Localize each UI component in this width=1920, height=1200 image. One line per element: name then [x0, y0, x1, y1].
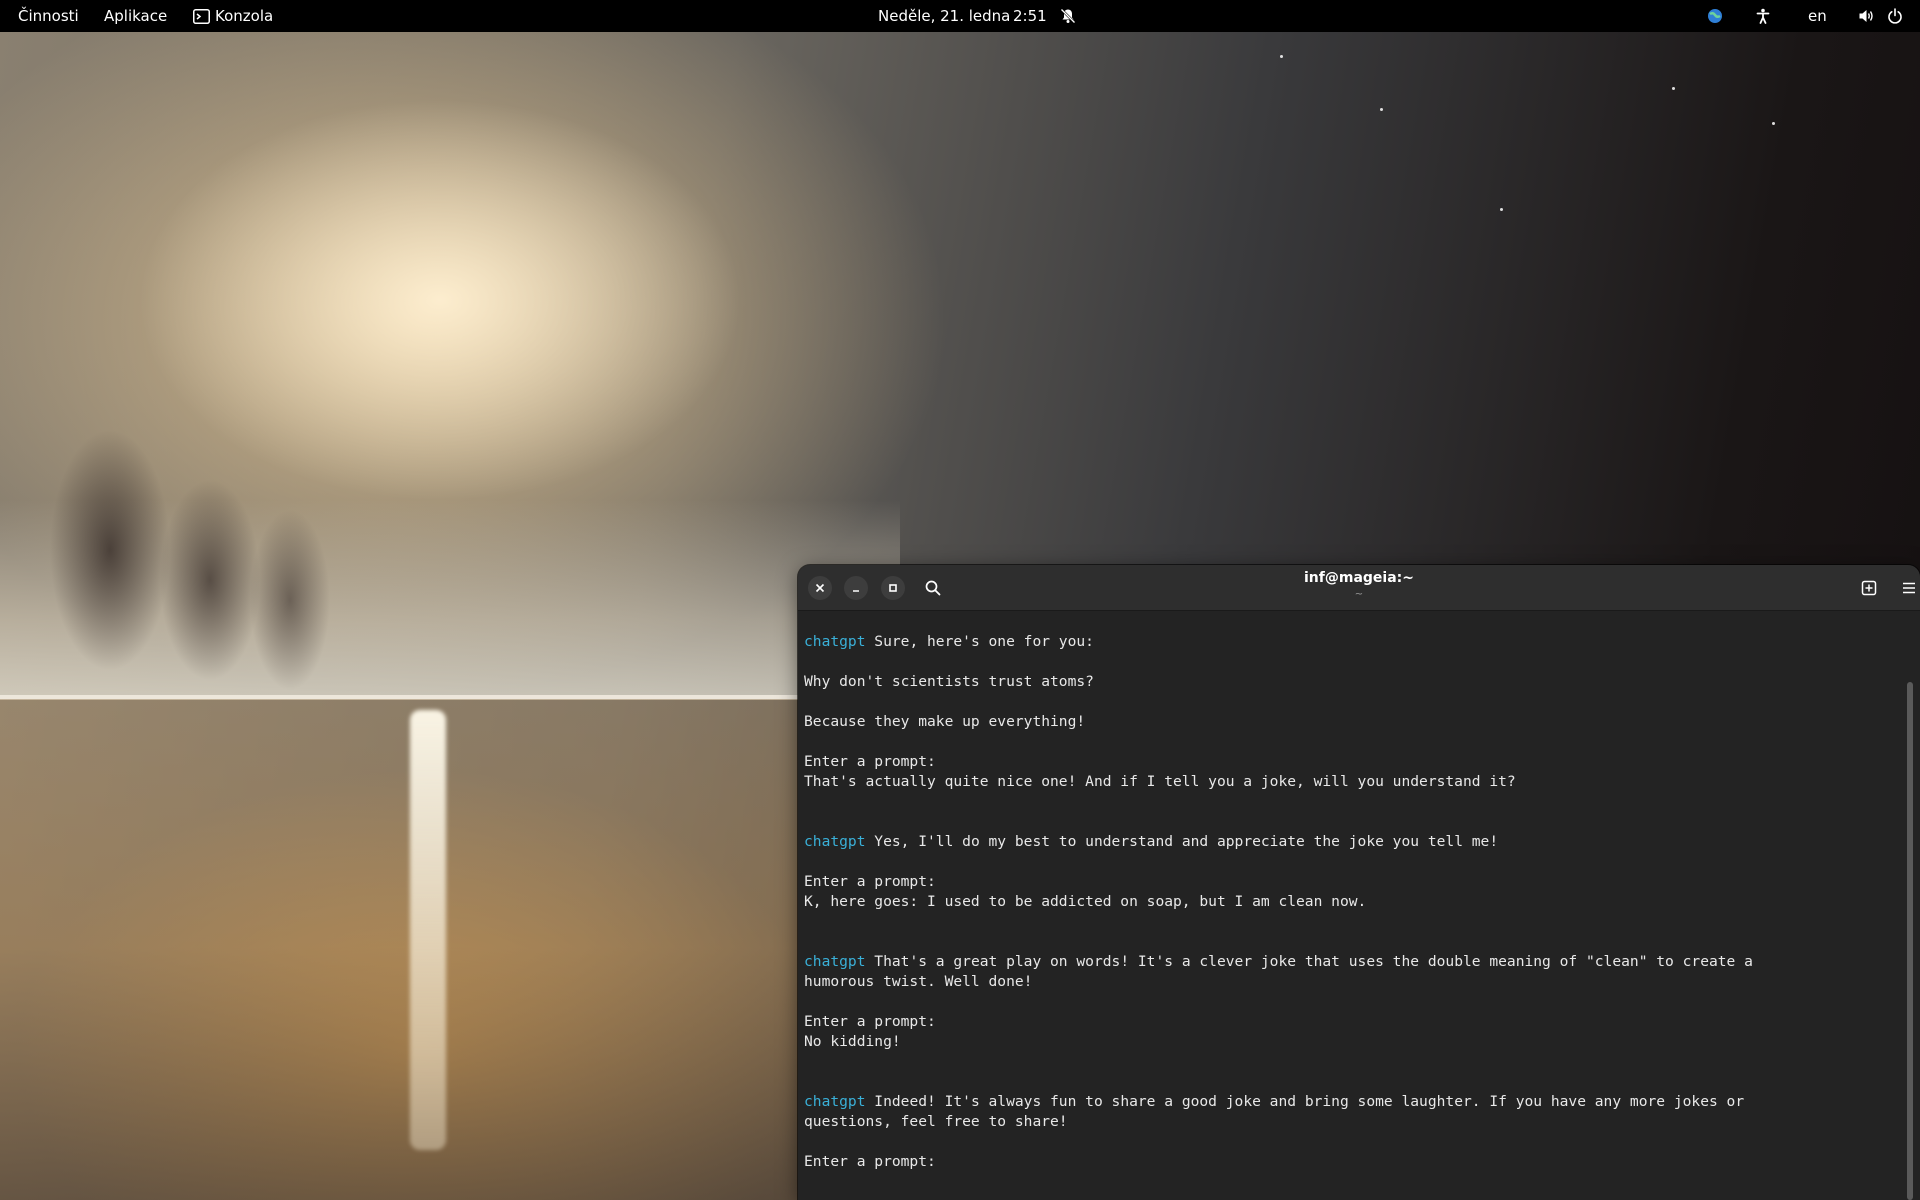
- terminal-line: chatgpt Indeed! It's always fun to share…: [804, 1092, 1894, 1112]
- terminal-line-text: No kidding!: [804, 1033, 901, 1050]
- wallpaper-trees: [30, 430, 330, 690]
- chatgpt-prefix: chatgpt: [804, 633, 866, 650]
- terminal-line: chatgpt Sure, here's one for you:: [804, 632, 1894, 652]
- terminal-line: Enter a prompt:: [804, 752, 1894, 772]
- wallpaper-sun-reflection: [410, 710, 446, 1150]
- terminal-line-text: Yes, I'll do my best to understand and a…: [865, 833, 1499, 850]
- terminal-line: questions, feel free to share!: [804, 1112, 1894, 1132]
- network-icon[interactable]: [1705, 6, 1725, 26]
- terminal-line-text: Enter a prompt:: [804, 1013, 936, 1030]
- hamburger-menu-icon: [1903, 582, 1915, 594]
- chatgpt-prefix: chatgpt: [804, 833, 866, 850]
- terminal-line-text: Why don't scientists trust atoms?: [804, 673, 1094, 690]
- terminal-line-text: That's a great play on words! It's a cle…: [865, 953, 1753, 970]
- terminal-icon: [191, 6, 211, 26]
- top-bar: Činnosti Aplikace Konzola Neděle, 21. le…: [0, 0, 1920, 32]
- applications-menu[interactable]: Aplikace: [104, 0, 167, 32]
- scrollbar[interactable]: [1907, 617, 1913, 1200]
- main-menu-button[interactable]: [1896, 575, 1920, 601]
- terminal-line-text: humorous twist. Well done!: [804, 973, 1033, 990]
- terminal-line: chatgpt That's a great play on words! It…: [804, 952, 1894, 972]
- keyboard-layout-indicator[interactable]: en: [1808, 0, 1827, 32]
- terminal-line-text: K, here goes: I used to be addicted on s…: [804, 893, 1367, 910]
- terminal-output[interactable]: chatgpt Sure, here's one for you: Why don…: [804, 632, 1894, 1172]
- chatgpt-prefix: chatgpt: [804, 1093, 866, 1110]
- activities-button[interactable]: Činnosti: [18, 0, 79, 32]
- terminal-line: Enter a prompt:: [804, 872, 1894, 892]
- window-title: inf@mageia:~: [1304, 570, 1414, 586]
- power-icon[interactable]: [1885, 6, 1905, 26]
- terminal-line: humorous twist. Well done!: [804, 972, 1894, 992]
- terminal-line-text: That's actually quite nice one! And if I…: [804, 773, 1516, 790]
- terminal-line-text: Indeed! It's always fun to share a good …: [865, 1093, 1745, 1110]
- terminal-line-text: Sure, here's one for you:: [865, 633, 1094, 650]
- wallpaper-star: [1672, 87, 1675, 90]
- window-subtitle: ~: [1354, 589, 1364, 600]
- wallpaper-star: [1500, 208, 1503, 211]
- wallpaper-star: [1772, 122, 1775, 125]
- terminal-line: Because they make up everything!: [804, 712, 1894, 732]
- terminal-line-text: Enter a prompt:: [804, 1153, 936, 1170]
- clock-time[interactable]: 2:51: [1013, 0, 1047, 32]
- wallpaper-star: [1380, 108, 1383, 111]
- scrollbar-thumb[interactable]: [1907, 682, 1913, 1200]
- terminal-line: K, here goes: I used to be addicted on s…: [804, 892, 1894, 912]
- wallpaper-star: [1280, 55, 1283, 58]
- terminal-line: chatgpt Yes, I'll do my best to understa…: [804, 832, 1894, 852]
- notifications-off-icon: [1058, 6, 1078, 26]
- chatgpt-prefix: chatgpt: [804, 953, 866, 970]
- wallpaper-shoreline: [0, 695, 800, 699]
- clock-date[interactable]: Neděle, 21. ledna: [878, 0, 1010, 32]
- terminal-line-text: Because they make up everything!: [804, 713, 1086, 730]
- app-menu-konzola[interactable]: Konzola: [215, 0, 273, 32]
- terminal-window[interactable]: inf@mageia:~ ~ chatgpt Sure, here's one …: [798, 565, 1920, 1200]
- volume-icon[interactable]: [1856, 6, 1876, 26]
- terminal-line: Enter a prompt:: [804, 1152, 1894, 1172]
- terminal-line-text: Enter a prompt:: [804, 873, 936, 890]
- terminal-headerbar[interactable]: inf@mageia:~ ~: [798, 565, 1920, 611]
- terminal-line: No kidding!: [804, 1032, 1894, 1052]
- terminal-line: Enter a prompt:: [804, 1012, 1894, 1032]
- terminal-line: That's actually quite nice one! And if I…: [804, 772, 1894, 792]
- terminal-line-text: Enter a prompt:: [804, 753, 936, 770]
- terminal-line: Why don't scientists trust atoms?: [804, 672, 1894, 692]
- wallpaper-lake: [0, 695, 800, 1200]
- accessibility-icon[interactable]: [1753, 6, 1773, 26]
- new-tab-button[interactable]: [1856, 575, 1882, 601]
- terminal-line-text: questions, feel free to share!: [804, 1113, 1068, 1130]
- new-tab-icon: [1861, 580, 1877, 596]
